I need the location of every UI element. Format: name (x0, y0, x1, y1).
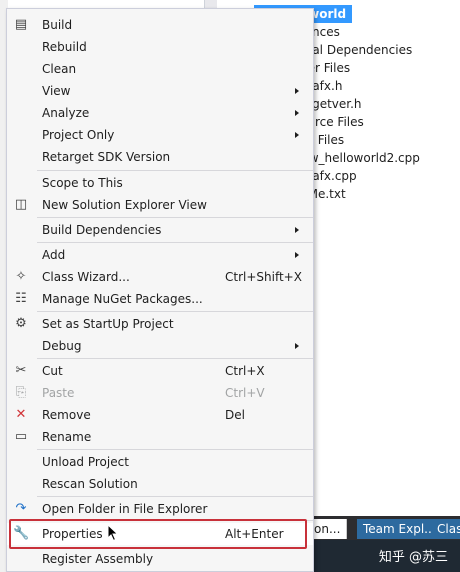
remove-icon: ✕ (15, 407, 27, 422)
menu-item-debug[interactable]: Debug (7, 335, 313, 357)
menu-item-scope-to-this[interactable]: Scope to This (7, 172, 313, 194)
submenu-arrow-icon (295, 110, 299, 116)
nuget-icon: ☷ (15, 291, 27, 306)
menu-item-register-assembly[interactable]: Register Assembly (7, 548, 313, 570)
menu-item-retarget-sdk[interactable]: Retarget SDK Version (7, 146, 313, 168)
menu-item-add[interactable]: Add (7, 244, 313, 266)
menu-item-build-dependencies[interactable]: Build Dependencies (7, 219, 313, 241)
new-view-icon: ◫ (14, 197, 28, 212)
tree-item[interactable]: rnal Dependencies (300, 41, 412, 59)
menu-separator (37, 170, 313, 171)
scissors-icon: ✂ (15, 363, 27, 378)
context-menu: ▤ Build Rebuild Clean View Analyze Proje… (6, 8, 314, 572)
menu-item-open-folder[interactable]: ↷ Open Folder in File Explorer (7, 498, 313, 520)
properties-highlight-box (9, 519, 307, 549)
menu-separator (37, 311, 313, 312)
paste-icon: ⎘ (15, 385, 27, 400)
tree-item[interactable]: ftw_helloworld2.cpp (300, 149, 420, 167)
gear-icon: ⚙ (15, 316, 27, 331)
mouse-pointer-icon (107, 524, 119, 542)
menu-separator (37, 449, 313, 450)
menu-item-class-wizard[interactable]: ✧ Class Wizard... Ctrl+Shift+X (7, 266, 313, 288)
menu-item-set-startup[interactable]: ⚙ Set as StartUp Project (7, 313, 313, 335)
footer-bar: 知乎 @苏三 (300, 540, 460, 572)
menu-separator (37, 217, 313, 218)
menu-item-clean[interactable]: Clean (7, 58, 313, 80)
menu-item-unload-project[interactable]: Unload Project (7, 451, 313, 473)
build-icon: ▤ (14, 17, 28, 32)
solution-tree: helloworld rences rnal Dependencies der … (254, 0, 460, 540)
panel-tab-bar: tion... Team Expl... Class (300, 516, 460, 540)
submenu-arrow-icon (295, 252, 299, 258)
menu-item-project-only[interactable]: Project Only (7, 124, 313, 146)
watermark: 知乎 @苏三 (378, 550, 448, 565)
menu-item-remove[interactable]: ✕ Remove Del (7, 404, 313, 426)
submenu-arrow-icon (295, 343, 299, 349)
menu-item-build[interactable]: ▤ Build (7, 14, 313, 36)
menu-item-view[interactable]: View (7, 80, 313, 102)
menu-item-rescan-solution[interactable]: Rescan Solution (7, 473, 313, 495)
menu-item-paste[interactable]: ⎘ Paste Ctrl+V (7, 382, 313, 404)
menu-separator (37, 358, 313, 359)
tab-class-view[interactable]: Class (431, 519, 460, 539)
class-wizard-icon: ✧ (15, 269, 27, 284)
submenu-arrow-icon (295, 227, 299, 233)
menu-item-rename[interactable]: ▭ Rename (7, 426, 313, 448)
menu-separator (37, 242, 313, 243)
submenu-arrow-icon (295, 88, 299, 94)
open-folder-icon: ↷ (15, 501, 27, 516)
menu-item-rebuild[interactable]: Rebuild (7, 36, 313, 58)
tab-team-explorer[interactable]: Team Expl... (357, 519, 442, 539)
menu-separator (37, 496, 313, 497)
rename-icon: ▭ (14, 429, 28, 444)
menu-item-manage-nuget[interactable]: ☷ Manage NuGet Packages... (7, 288, 313, 310)
submenu-arrow-icon (295, 132, 299, 138)
menu-item-new-solution-explorer-view[interactable]: ◫ New Solution Explorer View (7, 194, 313, 216)
menu-item-cut[interactable]: ✂ Cut Ctrl+X (7, 360, 313, 382)
menu-item-analyze[interactable]: Analyze (7, 102, 313, 124)
